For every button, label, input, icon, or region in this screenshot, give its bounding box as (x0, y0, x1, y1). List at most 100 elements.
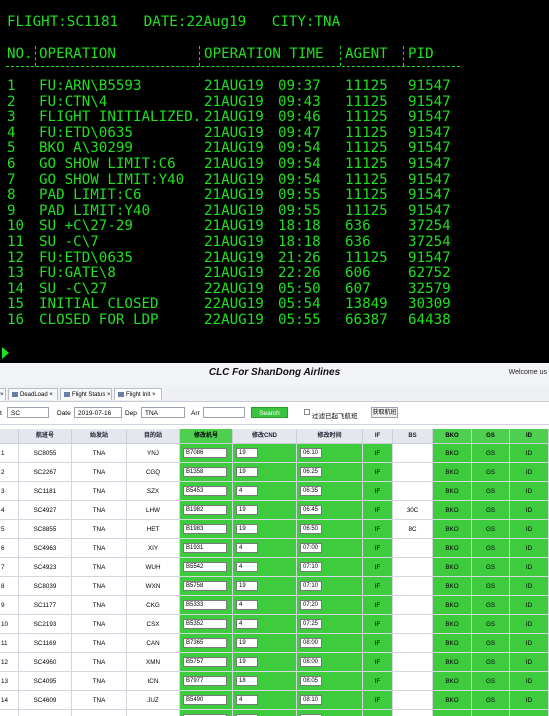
aircraft-reg-input[interactable]: B1983 (183, 524, 227, 534)
header-col-gs[interactable]: GS (472, 429, 510, 444)
cell-col-id[interactable]: ID (510, 710, 549, 716)
cell-col-if[interactable]: IF (363, 596, 393, 615)
cell-col-id[interactable]: ID (510, 577, 549, 596)
time-input[interactable]: 07:00 (300, 543, 322, 553)
cell-col-gs[interactable]: GS (472, 615, 510, 634)
cell-col-gs[interactable]: GS (472, 634, 510, 653)
time-input[interactable]: 07:10 (300, 562, 322, 572)
time-input[interactable]: 08:00 (300, 657, 322, 667)
cell-col-bko[interactable]: BKO (433, 691, 472, 710)
arr-input[interactable] (203, 407, 245, 418)
header-col-departure[interactable]: 始发站 (72, 429, 127, 444)
cell-col-gs[interactable]: GS (472, 444, 510, 463)
tab-flight-status[interactable]: Flight Status × (60, 388, 112, 400)
cell-col-bko[interactable]: BKO (433, 634, 472, 653)
header-col-id[interactable]: ID (510, 429, 549, 444)
cnd-input[interactable]: 4 (236, 695, 258, 705)
header-col-aircraft-reg[interactable]: 修改机号 (180, 429, 233, 444)
dep-input[interactable]: TNA (141, 407, 185, 418)
cell-col-bko[interactable]: BKO (433, 653, 472, 672)
cell-col-gs[interactable]: GS (472, 710, 510, 716)
cell-col-id[interactable]: ID (510, 691, 549, 710)
tab-close-icon[interactable]: × (152, 392, 156, 398)
table-row[interactable]: 6 SC4963 TNA XIY B1931 4 07:00 IF BKO GS ID (0, 539, 549, 558)
time-input[interactable]: 06:45 (300, 505, 322, 515)
cell-col-if[interactable]: IF (363, 444, 393, 463)
cell-col-if[interactable]: IF (363, 558, 393, 577)
table-row[interactable]: 9 SC1177 TNA CKG B5333 4 07:20 IF BKO GS ID (0, 596, 549, 615)
header-col-cnd[interactable]: 修改CND (233, 429, 297, 444)
cell-col-id[interactable]: ID (510, 520, 549, 539)
cell-col-bko[interactable]: BKO (433, 672, 472, 691)
time-input[interactable]: 06:35 (300, 486, 322, 496)
cell-col-bko[interactable]: BKO (433, 596, 472, 615)
time-input[interactable]: 07:20 (300, 600, 322, 610)
time-input[interactable]: 08:10 (300, 695, 322, 705)
table-row[interactable]: 15SC8057TNANBSB5348408:20IF BKOGSID (0, 710, 549, 716)
table-row[interactable]: 1 SC8055 TNA YNJ B7086 19 06:10 IF BKO GS ID (0, 444, 549, 463)
cnd-input[interactable]: 19 (236, 524, 258, 534)
date-input[interactable]: 2019-07-16 (74, 407, 122, 418)
aircraft-reg-input[interactable]: B5453 (183, 486, 227, 496)
table-row[interactable]: 14 SC4609 TNA JUZ B5490 4 08:10 IF BKO GS ID (0, 691, 549, 710)
search-button[interactable]: Search (251, 407, 288, 418)
cell-col-gs[interactable]: GS (472, 482, 510, 501)
aircraft-reg-input[interactable]: B1358 (183, 467, 227, 477)
time-input[interactable]: 06:50 (300, 524, 322, 534)
cell-col-bko[interactable]: BKO (433, 558, 472, 577)
cnd-input[interactable]: 19 (236, 467, 258, 477)
cell-col-gs[interactable]: GS (472, 501, 510, 520)
cell-col-bko[interactable]: BKO (433, 482, 472, 501)
cell-col-if[interactable]: IF (363, 634, 393, 653)
cell-col-if[interactable]: IF (363, 577, 393, 596)
cell-col-id[interactable]: ID (510, 615, 549, 634)
cell-col-gs[interactable]: GS (472, 539, 510, 558)
cell-col-id[interactable]: ID (510, 539, 549, 558)
time-input[interactable]: 06:25 (300, 467, 322, 477)
cell-col-bko[interactable]: BKO (433, 615, 472, 634)
cnd-input[interactable]: 19 (236, 448, 258, 458)
cell-col-id[interactable]: ID (510, 482, 549, 501)
cell-col-gs[interactable]: GS (472, 691, 510, 710)
cell-col-bko[interactable]: BKO (433, 577, 472, 596)
cell-col-id[interactable]: ID (510, 463, 549, 482)
table-row[interactable]: 12 SC4960 TNA XMN B5757 19 08:00 IF BKO GS ID (0, 653, 549, 672)
aircraft-reg-input[interactable]: B5490 (183, 695, 227, 705)
flight-number-input[interactable]: SC (7, 407, 49, 418)
header-col-destination[interactable]: 目的站 (127, 429, 180, 444)
cell-col-gs[interactable]: GS (472, 596, 510, 615)
cell-col-bko[interactable]: BKO (433, 710, 472, 716)
cell-col-bko[interactable]: BKO (433, 501, 472, 520)
cell-col-gs[interactable]: GS (472, 672, 510, 691)
cell-col-if[interactable]: IF (363, 539, 393, 558)
cell-col-if[interactable]: IF (363, 520, 393, 539)
cell-col-bko[interactable]: BKO (433, 444, 472, 463)
tab-close-icon[interactable]: × (49, 392, 53, 398)
table-row[interactable]: 3 SC1181 TNA SZX B5453 4 06:35 IF BKO GS ID (0, 482, 549, 501)
tab-previous[interactable]: × (0, 388, 6, 400)
cell-col-gs[interactable]: GS (472, 520, 510, 539)
aircraft-reg-input[interactable]: B5333 (183, 600, 227, 610)
cell-col-if[interactable]: IF (363, 672, 393, 691)
tab-deadload[interactable]: DeadLoad × (8, 388, 58, 400)
aircraft-reg-input[interactable]: B5758 (183, 581, 227, 591)
cnd-input[interactable]: 19 (236, 657, 258, 667)
cell-col-if[interactable]: IF (363, 691, 393, 710)
time-input[interactable]: 08:00 (300, 638, 322, 648)
header-col-flight-no[interactable]: 航班号 (19, 429, 72, 444)
table-row[interactable]: 7 SC4923 TNA WUH B5542 4 07:10 IF BKO GS ID (0, 558, 549, 577)
cell-col-if[interactable]: IF (363, 653, 393, 672)
header-col-row-number[interactable] (0, 429, 19, 444)
cnd-input[interactable]: 4 (236, 619, 258, 629)
header-col-mod-time[interactable]: 修改时间 (297, 429, 363, 444)
cell-col-if[interactable]: IF (363, 710, 393, 716)
cnd-input[interactable]: 4 (236, 543, 258, 553)
header-col-if[interactable]: IF (363, 429, 393, 444)
cell-col-id[interactable]: ID (510, 653, 549, 672)
cell-col-id[interactable]: ID (510, 558, 549, 577)
cell-col-id[interactable]: ID (510, 596, 549, 615)
filter-departed-checkbox[interactable] (304, 409, 310, 415)
cell-col-id[interactable]: ID (510, 444, 549, 463)
tab-close-icon[interactable]: × (0, 392, 4, 398)
cell-col-if[interactable]: IF (363, 463, 393, 482)
